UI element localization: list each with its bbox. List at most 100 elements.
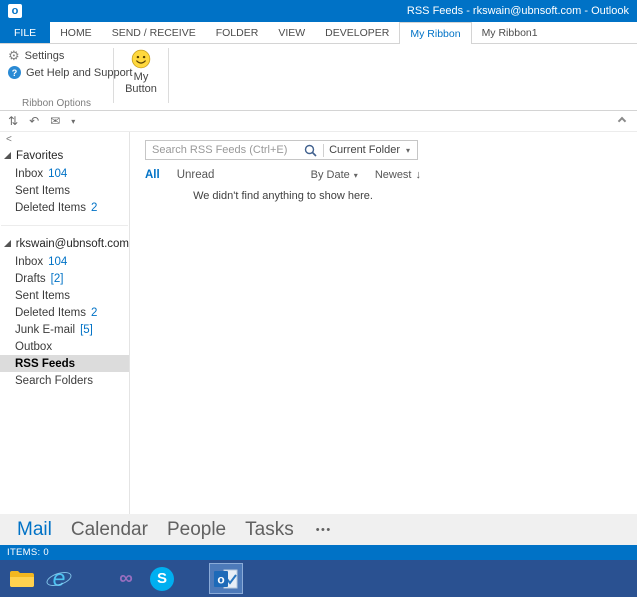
sort-controls: By Date ▾ Newest ↓: [311, 169, 421, 181]
taskbar: e ∞ S o: [0, 560, 637, 597]
sort-field-label: By Date: [310, 169, 350, 181]
internet-explorer-icon: e: [44, 565, 74, 592]
section-expanded-icon: [4, 240, 11, 247]
internet-explorer-taskbar-button[interactable]: e: [42, 563, 76, 594]
minimize-folder-pane-icon[interactable]: <: [0, 133, 129, 146]
visual-studio-icon: ∞: [119, 568, 133, 589]
folder-inbox[interactable]: Inbox 104: [0, 253, 129, 270]
navigation-bar: Mail Calendar People Tasks •••: [0, 514, 637, 545]
filter-unread[interactable]: Unread: [177, 169, 215, 181]
folder-label: Inbox: [15, 255, 44, 268]
folder-label: Inbox: [15, 167, 44, 180]
unread-count: 104: [48, 167, 68, 180]
filter-row: All Unread By Date ▾ Newest ↓: [145, 169, 421, 181]
tab-developer[interactable]: DEVELOPER: [315, 22, 399, 43]
nav-tasks[interactable]: Tasks: [245, 519, 294, 541]
account-header[interactable]: rkswain@ubnsoft.com: [0, 234, 129, 253]
svg-text:o: o: [217, 572, 224, 586]
tab-file[interactable]: FILE: [0, 22, 51, 43]
tab-send-receive[interactable]: SEND / RECEIVE: [102, 22, 206, 43]
sort-by-date-dropdown[interactable]: By Date ▾: [311, 169, 358, 181]
my-button[interactable]: My Button: [118, 47, 164, 97]
ribbon-tab-bar: FILE HOME SEND / RECEIVE FOLDER VIEW DEV…: [0, 22, 637, 44]
folder-label: Search Folders: [15, 374, 93, 387]
tab-my-ribbon1[interactable]: My Ribbon1: [472, 22, 548, 43]
help-button[interactable]: ? Get Help and Support: [6, 64, 132, 81]
window-title: RSS Feeds - rkswain@ubnsoft.com - Outloo…: [406, 5, 629, 17]
search-scope-dropdown[interactable]: Current Folder ▾: [329, 144, 413, 156]
tab-home[interactable]: HOME: [50, 22, 102, 43]
chevron-down-icon: ▾: [405, 145, 410, 155]
nav-people[interactable]: People: [167, 519, 226, 541]
folder-sent-items-favorites[interactable]: Sent Items: [0, 182, 129, 199]
outlook-icon: o: [214, 569, 238, 588]
folder-inbox-favorites[interactable]: Inbox 104: [0, 165, 129, 182]
undo-icon[interactable]: ↶: [29, 115, 39, 127]
status-bar: ITEMS: 0: [0, 545, 637, 560]
collapse-ribbon-icon[interactable]: [617, 116, 627, 126]
settings-label: Settings: [24, 49, 65, 62]
visual-studio-taskbar-button[interactable]: ∞: [109, 563, 143, 594]
folder-label: Junk E-mail: [15, 323, 76, 336]
ribbon-group-label: Ribbon Options: [22, 98, 91, 109]
sort-order-label: Newest: [374, 169, 412, 181]
item-count: [2]: [50, 272, 64, 285]
tab-view[interactable]: VIEW: [268, 22, 315, 43]
section-expanded-icon: [4, 152, 11, 159]
nav-more-ellipsis[interactable]: •••: [316, 524, 332, 536]
item-count: [5]: [80, 323, 93, 336]
ribbon-group-ribbon-options: ⚙ Settings ? Get Help and Support Ribbon…: [0, 44, 132, 110]
folder-label: Deleted Items: [15, 306, 86, 319]
folder-drafts[interactable]: Drafts [2]: [0, 270, 129, 287]
unread-count: 104: [48, 255, 68, 268]
mail-icon[interactable]: ✉: [50, 115, 60, 127]
folder-search-folders[interactable]: Search Folders: [0, 372, 129, 389]
ie-glyph: e: [52, 565, 66, 591]
scope-label: Current Folder: [329, 144, 400, 156]
folder-rss-feeds[interactable]: RSS Feeds: [0, 355, 129, 372]
items-count: ITEMS: 0: [7, 547, 49, 558]
folder-label: Drafts: [15, 272, 46, 285]
folder-sent-items[interactable]: Sent Items: [0, 287, 129, 304]
folder-label: Deleted Items: [15, 201, 86, 214]
folder-deleted-items-favorites[interactable]: Deleted Items 2: [0, 199, 129, 216]
quick-access-toolbar: ⇅ ↶ ✉ ▾: [0, 111, 637, 132]
unread-count: 2: [90, 201, 98, 214]
title-bar: o RSS Feeds - rkswain@ubnsoft.com - Outl…: [0, 0, 637, 22]
search-input[interactable]: [152, 144, 305, 156]
search-icon[interactable]: [304, 144, 317, 157]
nav-calendar[interactable]: Calendar: [71, 519, 148, 541]
tab-folder[interactable]: FOLDER: [206, 22, 269, 43]
smiley-icon: [131, 49, 151, 69]
folder-deleted-items[interactable]: Deleted Items 2: [0, 304, 129, 321]
folder-label: Sent Items: [15, 184, 70, 197]
file-explorer-taskbar-button[interactable]: [5, 563, 39, 594]
arrow-down-icon: ↓: [415, 169, 422, 181]
qat-customize-icon[interactable]: ▾: [71, 117, 75, 126]
favorites-label: Favorites: [16, 149, 64, 162]
outlook-app-icon[interactable]: o: [8, 4, 22, 18]
sort-order-toggle[interactable]: Newest ↓: [375, 169, 421, 181]
nav-mail[interactable]: Mail: [17, 519, 52, 541]
tab-my-ribbon[interactable]: My Ribbon: [399, 22, 472, 44]
account-label: rkswain@ubnsoft.com: [15, 237, 129, 250]
message-list-pane: Current Folder ▾ All Unread By Date ▾ Ne…: [130, 132, 637, 514]
gear-icon: ⚙: [8, 48, 20, 63]
folder-outbox[interactable]: Outbox: [0, 338, 129, 355]
content-area: < Favorites Inbox 104 Sent Items Deleted…: [0, 132, 637, 514]
help-icon: ?: [8, 66, 21, 79]
folder-junk-email[interactable]: Junk E-mail [5]: [0, 321, 129, 338]
outlook-taskbar-button[interactable]: o: [209, 563, 243, 594]
file-explorer-icon: [10, 570, 34, 587]
favorites-header[interactable]: Favorites: [0, 146, 129, 165]
ribbon: ⚙ Settings ? Get Help and Support Ribbon…: [0, 44, 637, 111]
skype-icon: S: [150, 566, 174, 591]
empty-folder-message: We didn't find anything to show here.: [193, 190, 373, 202]
skype-taskbar-button[interactable]: S: [145, 563, 179, 594]
folder-pane: < Favorites Inbox 104 Sent Items Deleted…: [0, 132, 130, 514]
filter-all[interactable]: All: [145, 169, 160, 181]
settings-button[interactable]: ⚙ Settings: [6, 47, 109, 64]
outlook-window: o RSS Feeds - rkswain@ubnsoft.com - Outl…: [0, 0, 637, 597]
send-receive-icon[interactable]: ⇅: [8, 115, 18, 127]
folder-label: RSS Feeds: [15, 357, 76, 370]
